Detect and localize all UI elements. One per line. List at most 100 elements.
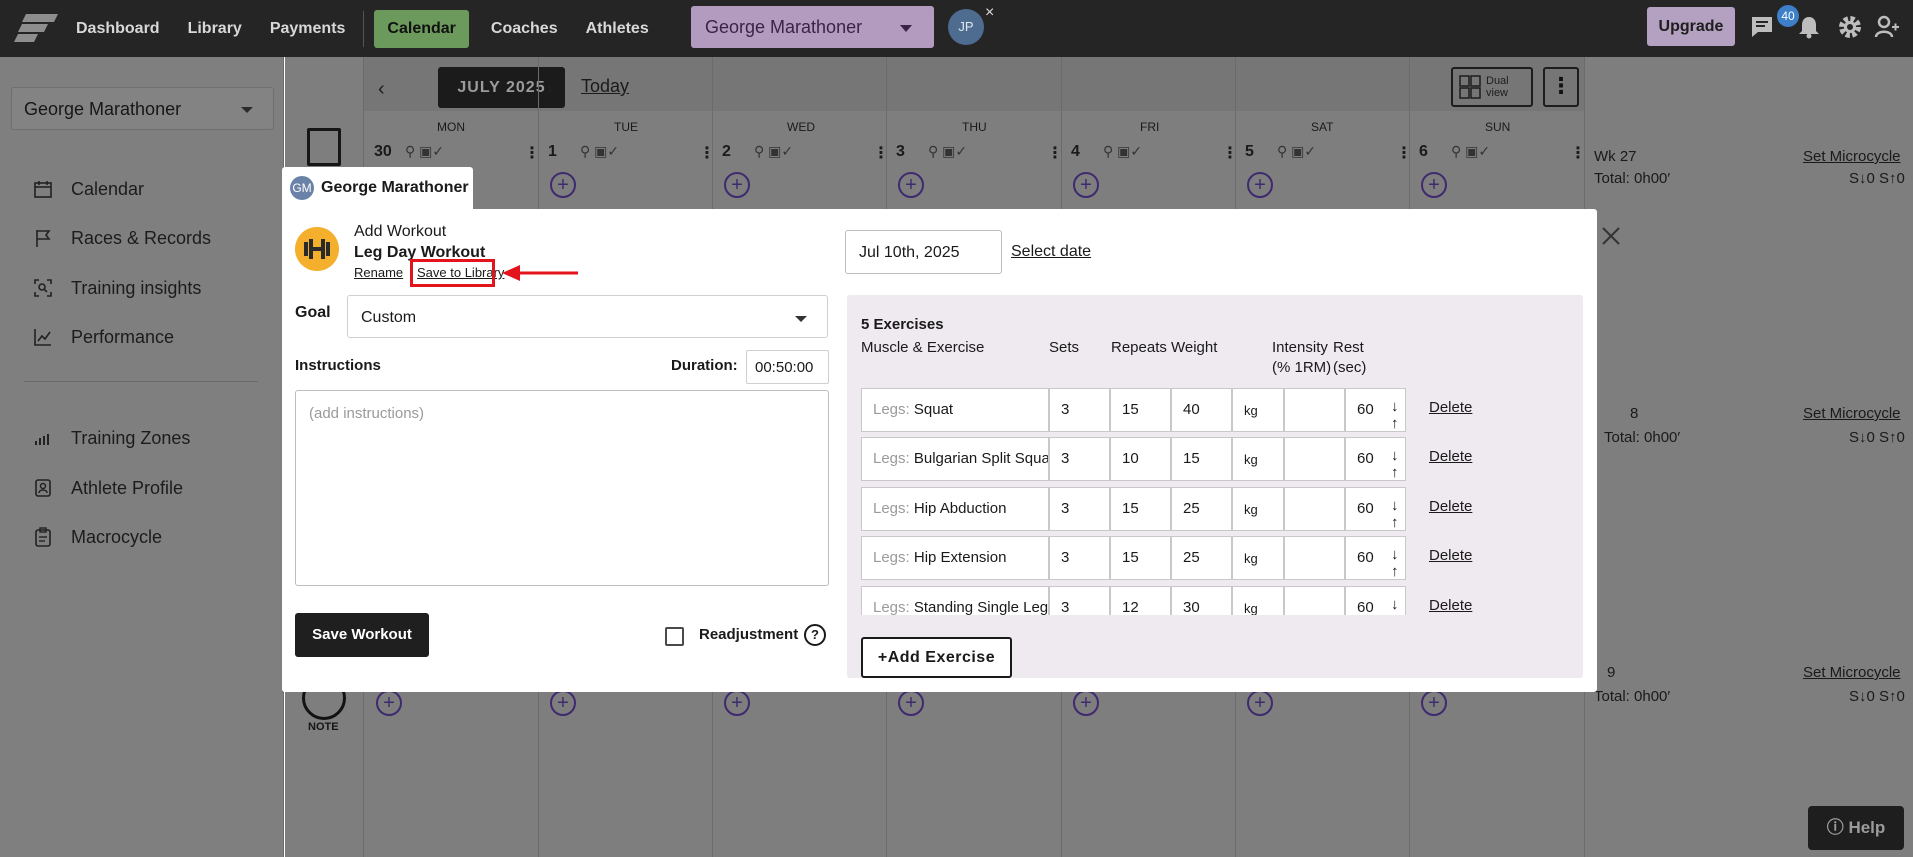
close-icon[interactable] [1598,223,1624,249]
add-workout-icon[interactable]: + [1247,690,1273,716]
add-workout-icon[interactable]: + [898,690,924,716]
add-exercise-button[interactable]: +Add Exercise [861,637,1012,678]
add-workout-icon[interactable]: + [724,172,750,198]
add-workout-icon[interactable]: + [1421,172,1447,198]
today-link[interactable]: Today [581,76,629,97]
rename-link[interactable]: Rename [354,265,403,280]
nav-dashboard[interactable]: Dashboard [76,20,160,38]
user-avatar[interactable]: JP [948,9,984,45]
intensity-input[interactable] [1284,536,1345,580]
weight-input[interactable]: 25 [1171,536,1232,580]
nav-coaches[interactable]: Coaches [491,20,558,38]
athlete-select[interactable]: George Marathoner [691,6,934,48]
repeats-input[interactable]: 15 [1110,536,1171,580]
reorder-arrows-icon[interactable]: ↓ ↑ [1391,398,1399,432]
app-logo-icon[interactable] [14,12,60,44]
day-icons[interactable]: ⚲ ▣✓ [580,143,619,160]
add-user-icon[interactable] [1874,14,1900,40]
weight-unit-select[interactable]: kg [1232,536,1284,580]
weight-input[interactable]: 15 [1171,437,1232,481]
add-workout-icon[interactable]: + [550,172,576,198]
sidebar-item-macrocycle[interactable]: Macrocycle [33,525,162,549]
exercise-name-field[interactable]: Legs: Hip Extension [861,536,1049,580]
reorder-arrows-icon[interactable]: ↓ ↑ [1391,497,1399,531]
sidebar-item-training-zones[interactable]: Training Zones [33,426,190,450]
select-date-link[interactable]: Select date [1011,243,1091,261]
sets-input[interactable]: 3 [1049,388,1110,432]
add-workout-icon[interactable]: + [1247,172,1273,198]
set-microcycle-link[interactable]: Set Microcycle [1803,664,1901,681]
upgrade-button[interactable]: Upgrade [1647,7,1735,46]
day-menu-icon[interactable]: ⋮ [524,143,540,163]
day-menu-icon[interactable]: ⋮ [1396,143,1412,163]
more-options-button[interactable]: ⋮ [1543,67,1579,107]
exercise-name-field[interactable]: Legs: Bulgarian Split Squat [861,437,1049,481]
delete-exercise-link[interactable]: Delete [1429,399,1472,416]
reorder-arrows-icon[interactable]: ↓ ↑ [1391,596,1399,615]
delete-exercise-link[interactable]: Delete [1429,498,1472,515]
dual-view-button[interactable]: Dual view [1451,67,1533,107]
add-workout-icon[interactable]: + [376,690,402,716]
sidebar-item-calendar[interactable]: Calendar [33,177,144,201]
nav-calendar[interactable]: Calendar [374,9,469,48]
add-workout-icon[interactable]: + [1421,690,1447,716]
set-microcycle-link[interactable]: Set Microcycle [1803,148,1901,165]
repeats-input[interactable]: 10 [1110,437,1171,481]
delete-exercise-link[interactable]: Delete [1429,547,1472,564]
sidebar-athlete-select[interactable]: George Marathoner [11,87,274,130]
intensity-input[interactable] [1284,388,1345,432]
sets-input[interactable]: 3 [1049,487,1110,531]
duration-input[interactable]: 00:50:00 [746,350,829,384]
day-menu-icon[interactable]: ⋮ [1570,143,1586,163]
day-icons[interactable]: ⚲ ▣✓ [405,143,444,160]
reorder-arrows-icon[interactable]: ↓ ↑ [1391,447,1399,481]
nav-library[interactable]: Library [188,20,242,38]
intensity-input[interactable] [1284,586,1345,615]
day-menu-icon[interactable]: ⋮ [1047,143,1063,163]
set-microcycle-link[interactable]: Set Microcycle [1803,405,1901,422]
day-icons[interactable]: ⚲ ▣✓ [754,143,793,160]
reorder-arrows-icon[interactable]: ↓ ↑ [1391,546,1399,580]
gear-icon[interactable] [1837,14,1863,40]
save-workout-button[interactable]: Save Workout [295,613,429,657]
intensity-input[interactable] [1284,487,1345,531]
sets-input[interactable]: 3 [1049,536,1110,580]
sidebar-item-performance[interactable]: Performance [33,325,174,349]
exercise-name-field[interactable]: Legs: Squat [861,388,1049,432]
sets-input[interactable]: 3 [1049,437,1110,481]
repeats-input[interactable]: 15 [1110,487,1171,531]
repeats-input[interactable]: 12 [1110,586,1171,615]
weight-unit-select[interactable]: kg [1232,487,1284,531]
sidebar-item-training-insights[interactable]: Training insights [33,276,201,300]
delete-exercise-link[interactable]: Delete [1429,448,1472,465]
close-athlete-tab-icon[interactable]: × [985,4,994,22]
bell-icon[interactable] [1796,14,1822,40]
add-workout-icon[interactable]: + [550,690,576,716]
delete-exercise-link[interactable]: Delete [1429,597,1472,614]
day-menu-icon[interactable]: ⋮ [1222,143,1238,163]
day-icons[interactable]: ⚲ ▣✓ [1277,143,1316,160]
day-menu-icon[interactable]: ⋮ [699,143,715,163]
day-icons[interactable]: ⚲ ▣✓ [1451,143,1490,160]
weight-unit-select[interactable]: kg [1232,388,1284,432]
exercise-name-field[interactable]: Legs: Standing Single Leg Ca [861,586,1049,615]
weight-unit-select[interactable]: kg [1232,437,1284,481]
day-icons[interactable]: ⚲ ▣✓ [1103,143,1142,160]
weight-unit-select[interactable]: kg [1232,586,1284,615]
exercise-name-field[interactable]: Legs: Hip Abduction [861,487,1049,531]
help-circle-icon[interactable]: ? [804,624,826,646]
goal-select[interactable]: Custom [347,295,828,338]
readjustment-checkbox[interactable] [665,627,684,646]
add-workout-icon[interactable]: + [898,172,924,198]
day-icons[interactable]: ⚲ ▣✓ [928,143,967,160]
sidebar-item-athlete-profile[interactable]: Athlete Profile [33,476,183,500]
weight-input[interactable]: 40 [1171,388,1232,432]
nav-athletes[interactable]: Athletes [586,20,649,38]
chat-icon[interactable] [1749,14,1775,40]
saved-workouts-icon[interactable] [307,128,341,166]
chevron-left-icon[interactable]: ‹ [378,78,385,101]
weight-input[interactable]: 25 [1171,487,1232,531]
add-workout-icon[interactable]: + [1073,172,1099,198]
intensity-input[interactable] [1284,437,1345,481]
add-workout-icon[interactable]: + [1073,690,1099,716]
